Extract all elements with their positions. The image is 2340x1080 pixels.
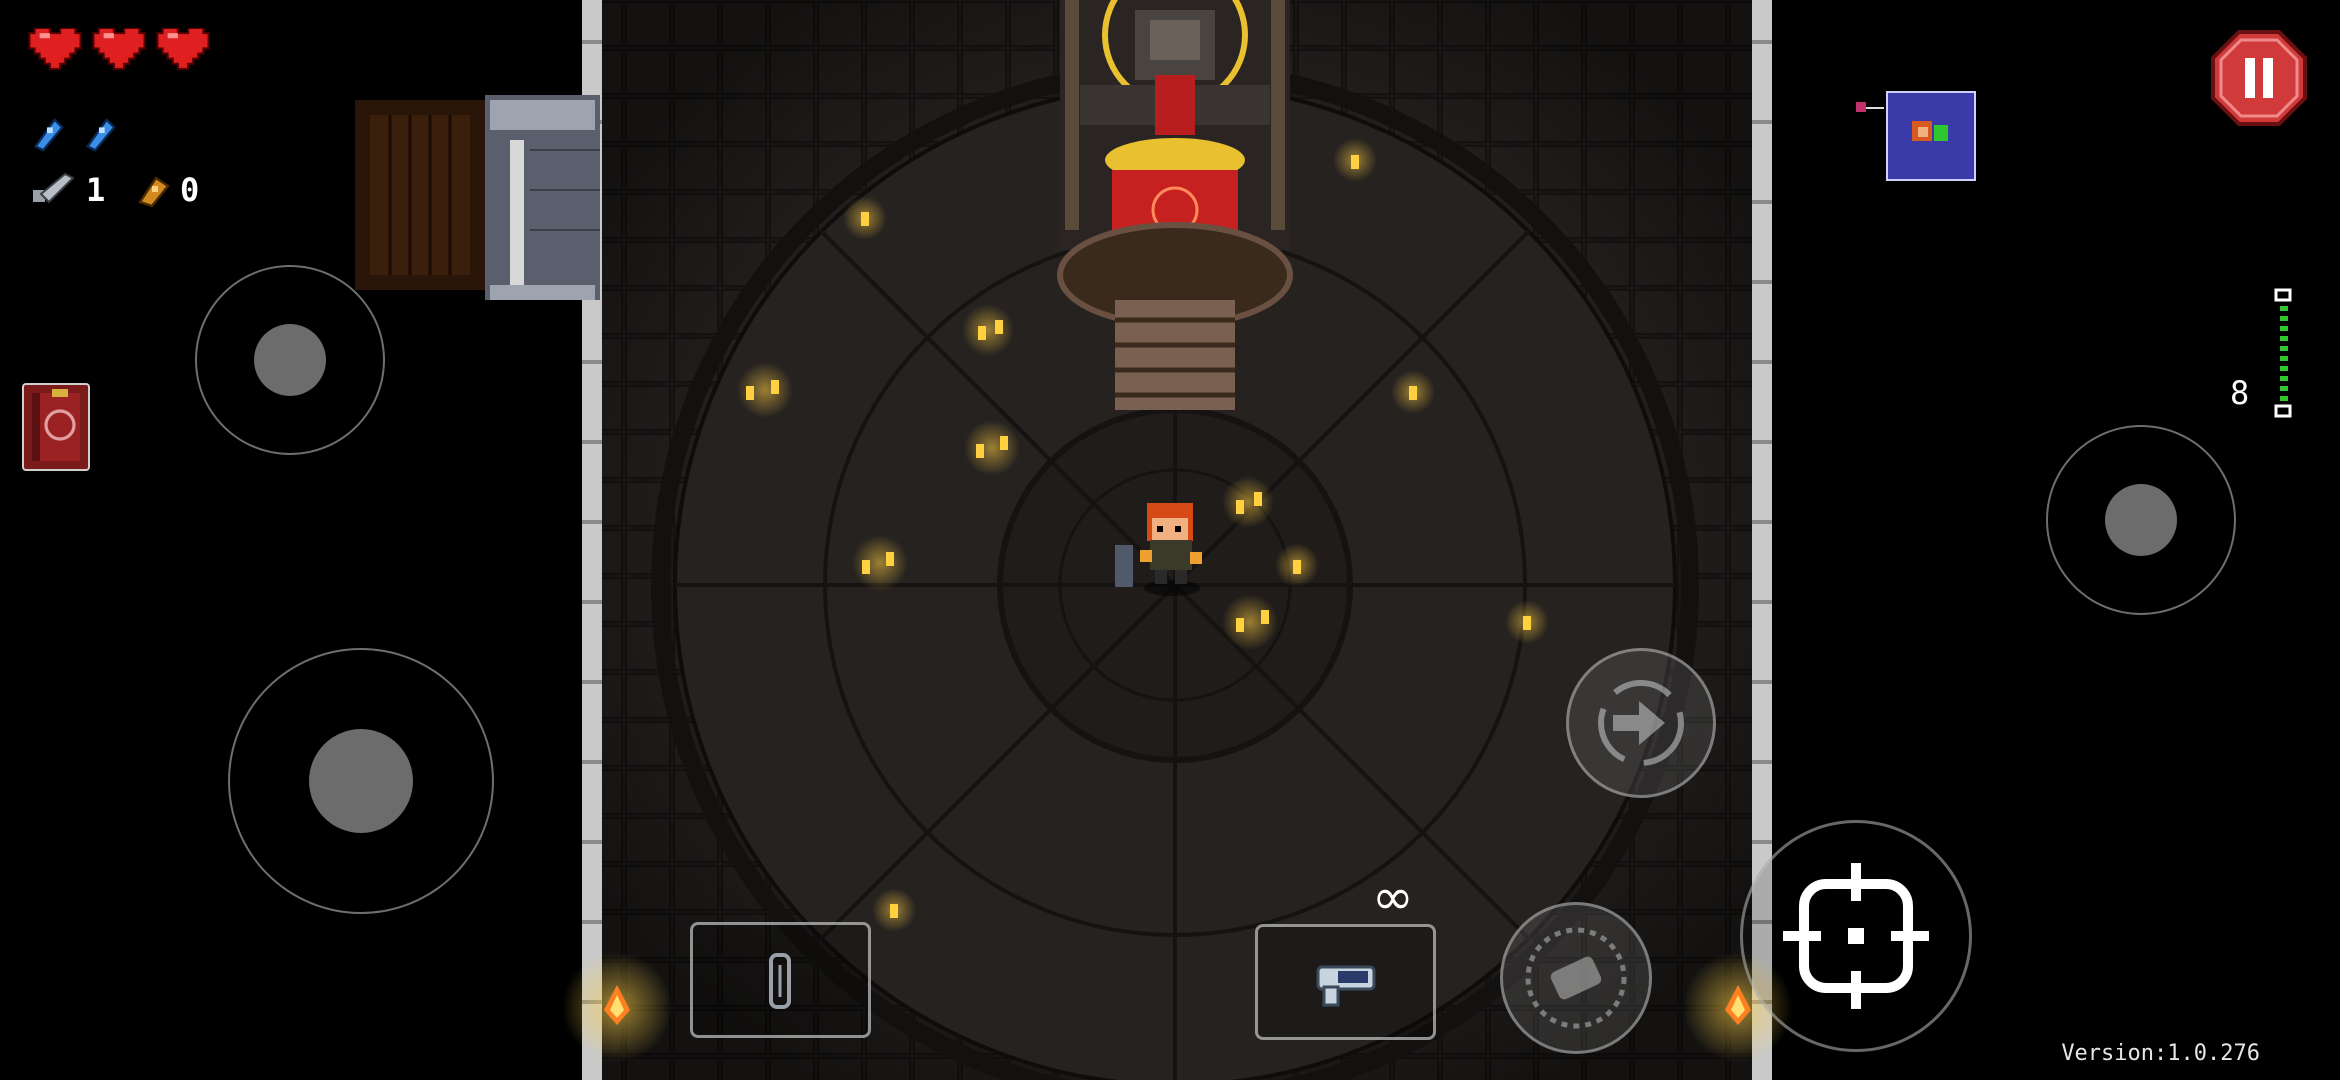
heart-icon — [28, 28, 82, 70]
pause-icon — [2211, 30, 2307, 126]
dodge-roll-button[interactable] — [1500, 902, 1652, 1054]
reload-icon — [1598, 680, 1684, 766]
ammo-clip-icon — [2274, 288, 2292, 418]
minimap-marker — [1856, 100, 1884, 120]
pause-button[interactable] — [2211, 30, 2307, 126]
minimap-icon — [1912, 121, 1948, 141]
heart-icon — [92, 28, 146, 70]
doorway — [355, 95, 600, 300]
item-slot[interactable] — [690, 922, 871, 1038]
joystick-knob[interactable] — [2105, 484, 2177, 556]
active-item-button[interactable] — [22, 383, 90, 471]
location-marker-icon — [1856, 102, 1884, 112]
key-icon — [33, 172, 75, 204]
item-slot-icon — [769, 953, 791, 1009]
active-item-book-icon — [32, 389, 80, 461]
version-label: Version:1.0.276 — [2061, 1041, 2260, 1066]
dodge-roll-icon — [1525, 927, 1627, 1029]
blank-icon — [85, 118, 116, 152]
key-count: 1 — [86, 171, 106, 209]
aim-joystick[interactable] — [2046, 425, 2236, 615]
blank-icon — [33, 118, 64, 152]
health-hearts — [28, 28, 210, 74]
ammo-infinite: ∞ — [1372, 868, 1414, 926]
aim-crosshair-icon — [1783, 863, 1929, 1009]
aim-fire-button[interactable] — [1740, 820, 1972, 1052]
shell-currency-icon — [138, 176, 170, 208]
movement-joystick[interactable] — [228, 648, 494, 914]
gun-slot-icon — [1316, 965, 1376, 1007]
shell-counter: 0 — [132, 170, 199, 210]
blanks — [28, 116, 118, 154]
reload-button[interactable] — [1566, 648, 1716, 798]
gun-slot[interactable] — [1255, 924, 1436, 1040]
joystick-knob[interactable] — [309, 729, 413, 833]
joystick-knob[interactable] — [254, 324, 326, 396]
ammo-side-count: 8 — [2230, 374, 2250, 412]
small-joystick-left[interactable] — [195, 265, 385, 455]
shell-count: 0 — [180, 171, 200, 209]
minimap-button[interactable] — [1886, 91, 1976, 181]
key-counter: 1 — [28, 170, 105, 210]
game-scene — [355, 0, 1793, 1080]
ammo-clip-indicator — [2268, 288, 2298, 423]
heart-icon — [156, 28, 210, 70]
